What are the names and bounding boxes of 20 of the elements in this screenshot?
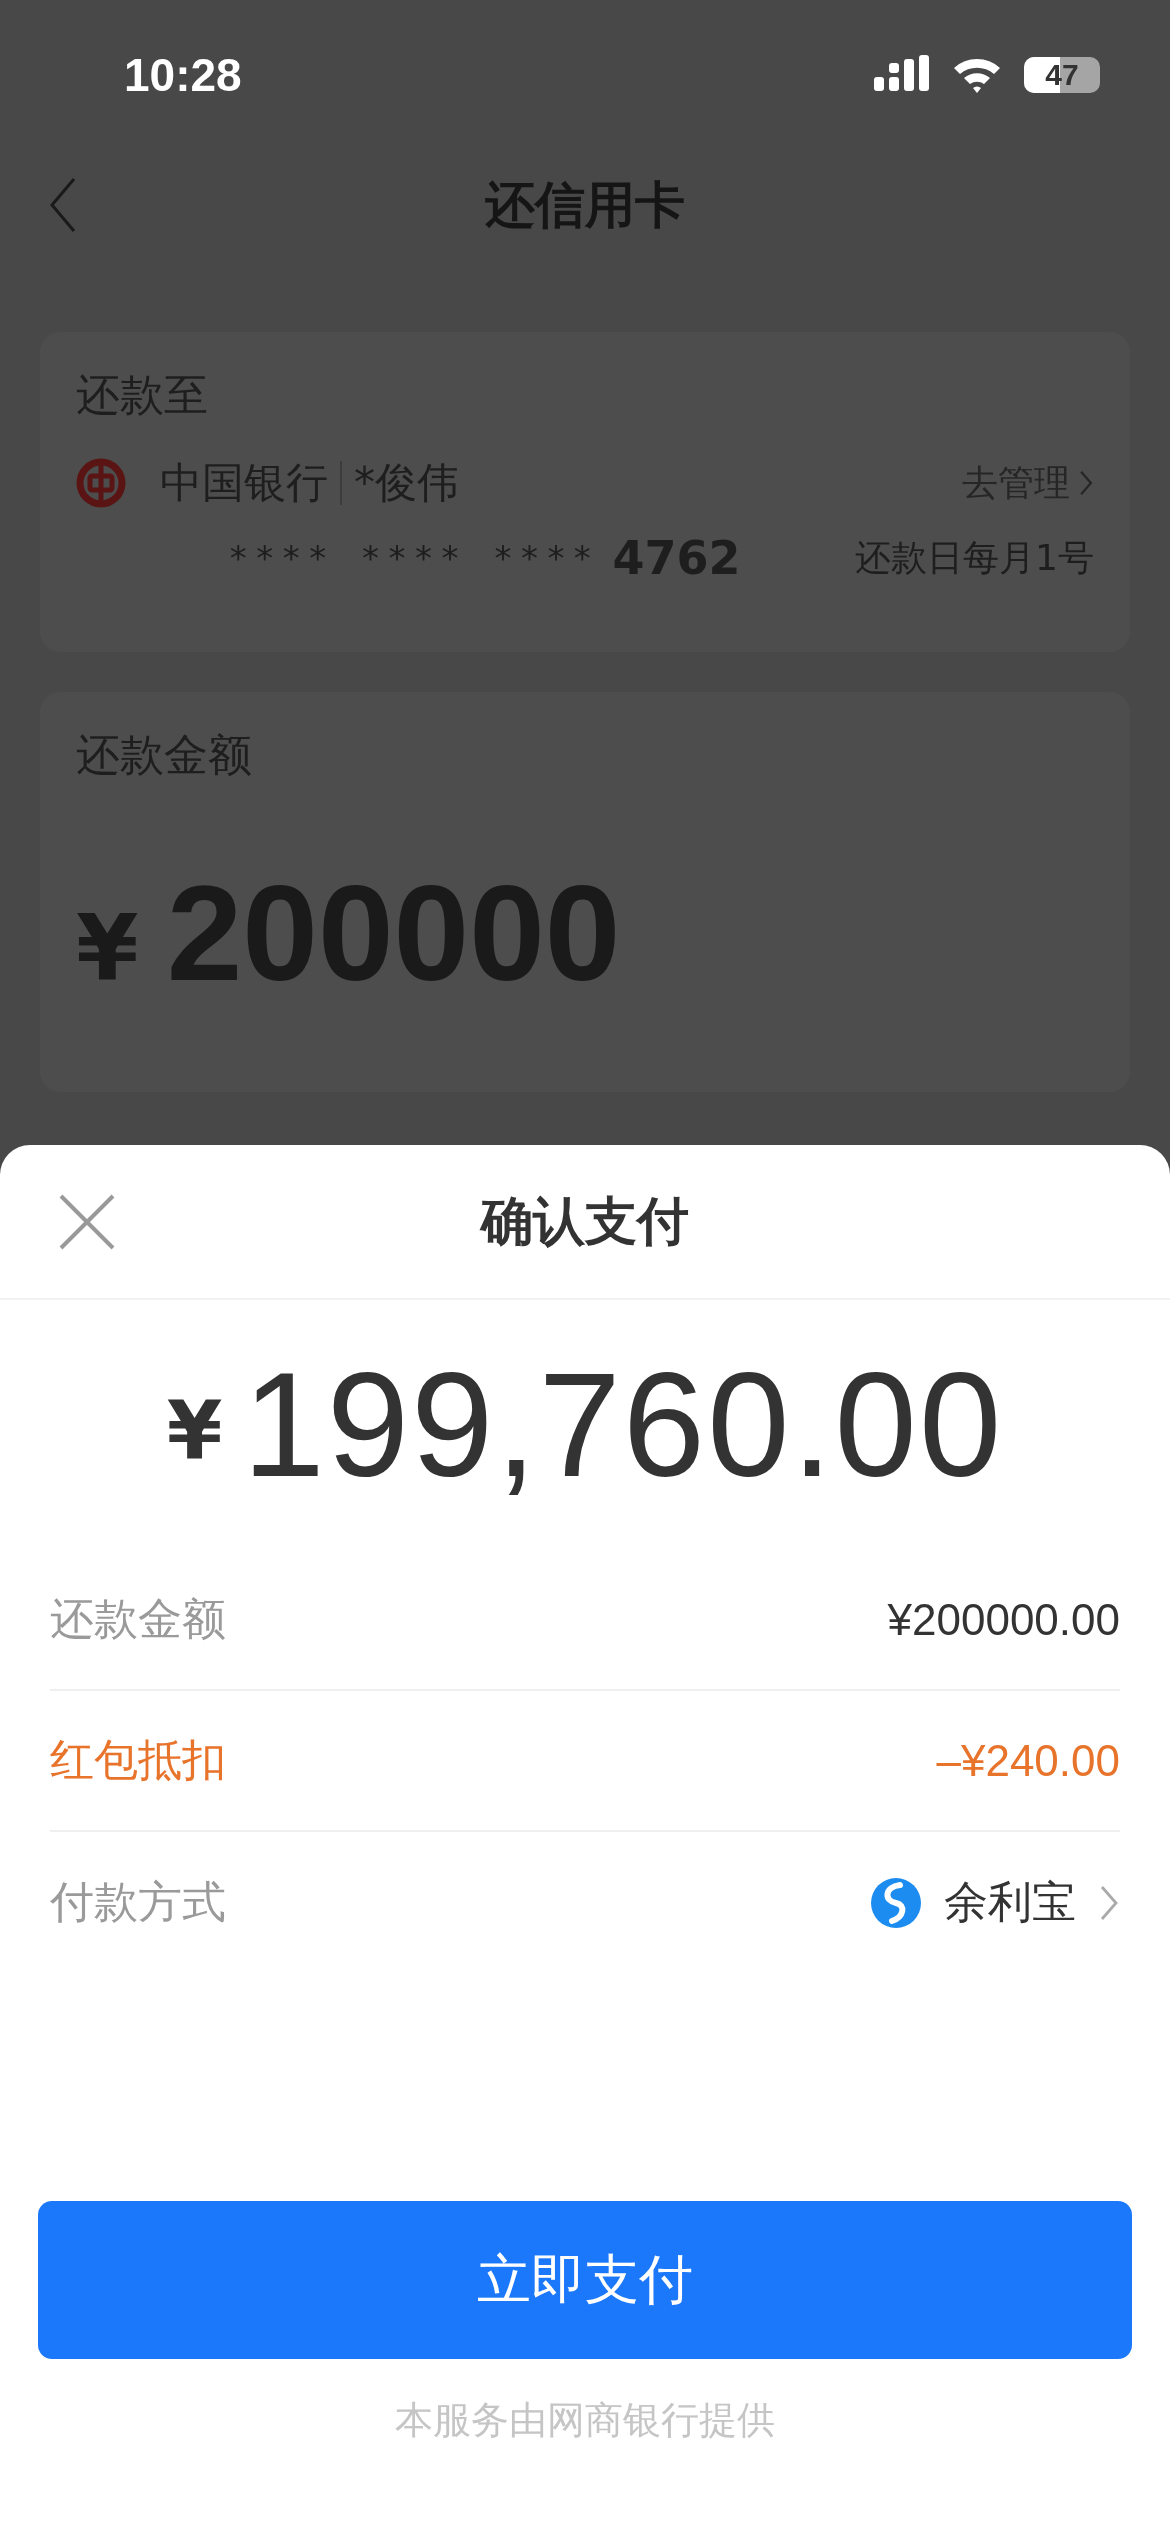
wifi-icon bbox=[952, 56, 1002, 94]
chevron-right-icon bbox=[1078, 469, 1094, 497]
status-time: 10:28 bbox=[124, 48, 242, 102]
back-button[interactable] bbox=[48, 177, 78, 233]
row-label: 还款金额 bbox=[50, 1592, 226, 1646]
row-value: ¥200000.00 bbox=[887, 1594, 1120, 1645]
card-number-mask: **** **** **** bbox=[228, 538, 599, 578]
wallet-logo-icon bbox=[870, 1876, 922, 1929]
close-button[interactable] bbox=[58, 1192, 116, 1251]
payment-method-button[interactable]: 余利宝 bbox=[870, 1873, 1120, 1932]
bank-logo-icon bbox=[76, 458, 126, 508]
currency-symbol: ¥ bbox=[76, 896, 139, 1001]
sheet-title: 确认支付 bbox=[481, 1189, 689, 1253]
row-label: 红包抵扣 bbox=[50, 1733, 226, 1787]
currency-symbol: ¥ bbox=[166, 1383, 223, 1477]
provider-note: 本服务由网商银行提供 bbox=[395, 2397, 775, 2444]
total-amount: 199,760.00 bbox=[242, 1341, 1004, 1509]
row-value: –¥240.00 bbox=[936, 1735, 1120, 1786]
pay-button[interactable]: 立即支付 bbox=[38, 2201, 1132, 2359]
row-label: 付款方式 bbox=[50, 1875, 226, 1929]
